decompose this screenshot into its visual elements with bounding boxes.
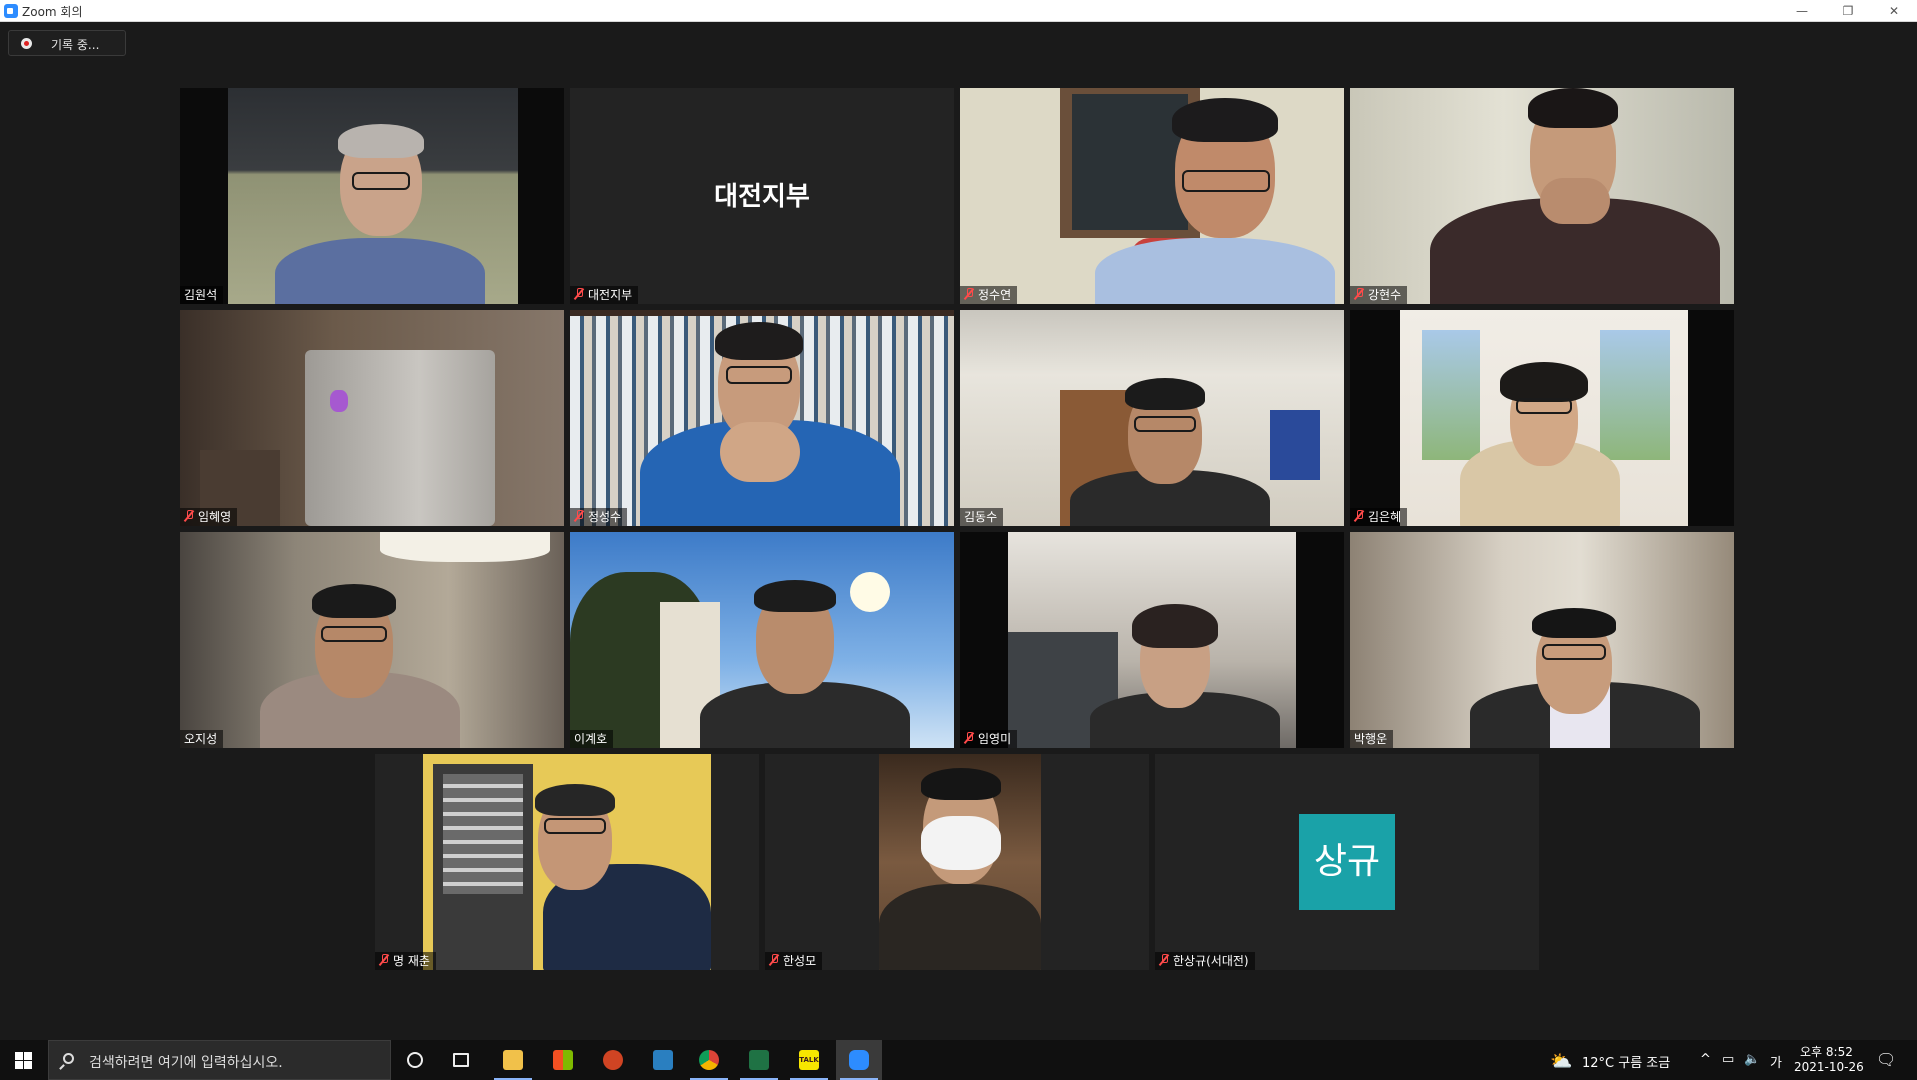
zoom-app-icon — [4, 4, 18, 18]
powerpoint-icon[interactable] — [590, 1040, 636, 1080]
participant-name: 대전지부 — [570, 286, 639, 304]
video-tile-han-seongmo[interactable]: 한성모 — [765, 754, 1149, 970]
video-tile-kang-hyeonsu[interactable]: 강현수 — [1350, 88, 1734, 304]
kakaotalk-icon[interactable]: TALK — [786, 1040, 832, 1080]
video-tile-im-youngmi[interactable]: 임영미 — [960, 532, 1344, 748]
video-feed — [1350, 532, 1734, 748]
close-button[interactable]: ✕ — [1871, 0, 1917, 22]
video-tile-jung-seongsu[interactable]: 정성수 — [570, 310, 954, 526]
video-tile-han-sanggyu[interactable]: 상규 한상규(서대전) — [1155, 754, 1539, 970]
zoom-taskbar-icon[interactable] — [836, 1040, 882, 1080]
muted-mic-icon — [1159, 954, 1169, 966]
recording-indicator[interactable]: 기록 중... — [8, 30, 126, 56]
video-feed — [1350, 310, 1734, 526]
restore-button[interactable]: ❐ — [1825, 0, 1871, 22]
search-placeholder: 검색하려면 여기에 입력하십시오. — [89, 1055, 283, 1071]
ime-indicator[interactable]: 가 — [1770, 1052, 1782, 1071]
file-explorer-icon[interactable] — [490, 1040, 536, 1080]
muted-mic-icon — [574, 510, 584, 522]
video-feed — [570, 310, 954, 526]
participant-name: 이계호 — [570, 730, 614, 748]
window-titlebar: Zoom 회의 — ❐ ✕ — [0, 0, 1917, 22]
muted-mic-icon — [184, 510, 194, 522]
participant-name: 박행운 — [1350, 730, 1394, 748]
video-feed — [960, 532, 1344, 748]
weather-icon: ⛅ — [1550, 1051, 1573, 1072]
video-tile-jung-suyeon[interactable]: 정수연 — [960, 88, 1344, 304]
record-icon — [21, 38, 32, 49]
video-tile-myeong-jaechun[interactable]: 명 재춘 — [375, 754, 759, 970]
muted-mic-icon — [379, 954, 389, 966]
participant-name: 강현수 — [1350, 286, 1408, 304]
task-view-icon[interactable] — [438, 1040, 484, 1080]
video-feed — [570, 532, 954, 748]
participant-name: 오지성 — [180, 730, 224, 748]
video-tile-kim-dongsu[interactable]: 김동수 — [960, 310, 1344, 526]
participant-name: 명 재춘 — [375, 952, 436, 970]
video-tile-park-haengun[interactable]: 박행운 — [1350, 532, 1734, 748]
video-feed — [180, 310, 564, 526]
start-button[interactable] — [0, 1040, 46, 1080]
chevron-up-icon[interactable]: ^ — [1700, 1052, 1711, 1067]
weather-text[interactable]: 12°C 구름 조금 — [1582, 1052, 1670, 1071]
participant-name: 임영미 — [960, 730, 1018, 748]
chrome-icon[interactable] — [686, 1040, 732, 1080]
taskbar-search-box[interactable]: 검색하려면 여기에 입력하십시오. — [48, 1040, 391, 1080]
video-feed — [879, 754, 1041, 970]
video-tile-kim-eunhye[interactable]: 김은혜 — [1350, 310, 1734, 526]
search-icon — [63, 1053, 74, 1064]
windows-taskbar: 검색하려면 여기에 입력하십시오. TALK ⛅ 12°C 구름 조금 ^ ▭ … — [0, 1040, 1917, 1080]
meeting-gallery-view: 기록 중... 김원석 대전지부 대전지부 정수연 강현수 임혜영 정성수 김동… — [0, 22, 1917, 1040]
video-tile-daejeon-branch[interactable]: 대전지부 대전지부 — [570, 88, 954, 304]
video-feed — [960, 88, 1344, 304]
video-tile-lee-gyeho[interactable]: 이계호 — [570, 532, 954, 748]
excel-icon[interactable] — [736, 1040, 782, 1080]
participant-name: 한성모 — [765, 952, 823, 970]
video-feed — [960, 310, 1344, 526]
clock-date[interactable]: 2021-10-26 — [1794, 1060, 1864, 1074]
participant-name: 한상규(서대전) — [1155, 952, 1255, 970]
participant-name: 김동수 — [960, 508, 1004, 526]
video-tile-im-hyeyoung[interactable]: 임혜영 — [180, 310, 564, 526]
video-feed — [180, 88, 564, 304]
video-feed — [180, 532, 564, 748]
video-feed — [423, 754, 711, 970]
participant-name: 김은혜 — [1350, 508, 1408, 526]
participant-display-name: 대전지부 — [714, 182, 810, 212]
muted-mic-icon — [574, 288, 584, 300]
muted-mic-icon — [964, 288, 974, 300]
participant-name: 임혜영 — [180, 508, 238, 526]
muted-mic-icon — [1354, 510, 1364, 522]
clock-time[interactable]: 오후 8:52 — [1800, 1043, 1853, 1060]
volume-icon[interactable]: 🔈 — [1744, 1052, 1760, 1067]
calculator-icon[interactable] — [640, 1040, 686, 1080]
participant-name: 정성수 — [570, 508, 628, 526]
store-icon[interactable] — [540, 1040, 586, 1080]
muted-mic-icon — [964, 732, 974, 744]
minimize-button[interactable]: — — [1779, 0, 1825, 22]
participant-name: 김원석 — [180, 286, 224, 304]
video-tile-oh-jiseong[interactable]: 오지성 — [180, 532, 564, 748]
notification-icon[interactable]: 🗨 — [1876, 1050, 1896, 1069]
video-tile-kim-wonseok[interactable]: 김원석 — [180, 88, 564, 304]
network-icon[interactable]: ▭ — [1722, 1052, 1734, 1067]
muted-mic-icon — [769, 954, 779, 966]
muted-mic-icon — [1354, 288, 1364, 300]
recording-label: 기록 중... — [51, 38, 100, 52]
cortana-icon[interactable] — [392, 1040, 438, 1080]
participant-name: 정수연 — [960, 286, 1018, 304]
window-title: Zoom 회의 — [22, 5, 83, 19]
participant-avatar: 상규 — [1299, 814, 1395, 910]
video-feed — [1350, 88, 1734, 304]
